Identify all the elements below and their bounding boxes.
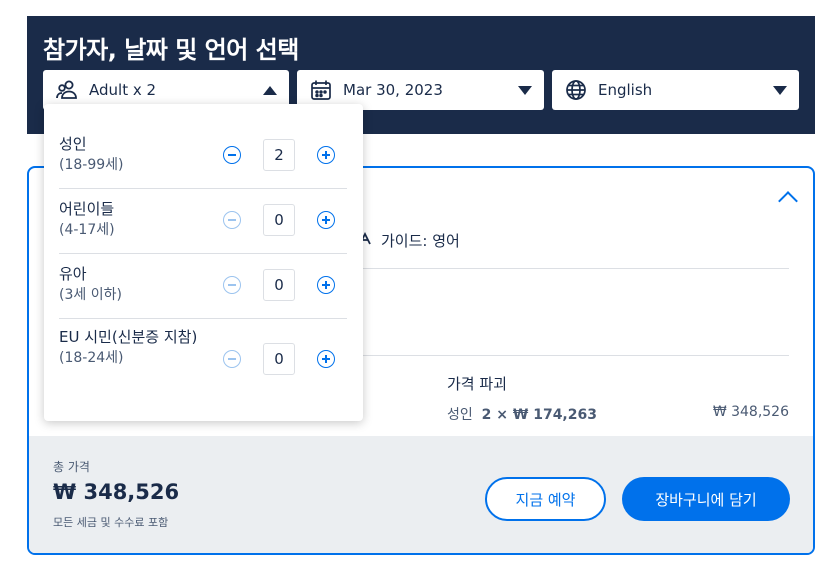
caret-down-icon bbox=[773, 85, 787, 95]
price-breakdown-label: 가격 파괴 bbox=[447, 375, 507, 393]
participant-row-infant: 유아 (3세 이하) 0 bbox=[59, 254, 347, 319]
guide-language-row: 가이드: 영어 bbox=[357, 230, 460, 251]
divider bbox=[347, 268, 789, 269]
participant-name: 어린이들 bbox=[59, 200, 115, 218]
participant-name: 성인 bbox=[59, 135, 87, 153]
plus-icon[interactable] bbox=[317, 211, 335, 229]
participant-age: (3세 이하) bbox=[59, 287, 122, 303]
participant-age: (18-24세) bbox=[59, 350, 124, 366]
guide-text: 가이드: 영어 bbox=[381, 232, 460, 250]
caret-down-icon bbox=[518, 85, 532, 95]
plus-icon[interactable] bbox=[317, 276, 335, 294]
quantity-stepper: 0 bbox=[223, 204, 335, 236]
total-price-note: 모든 세금 및 수수료 포함 bbox=[53, 516, 169, 529]
date-label: Mar 30, 2023 bbox=[343, 81, 443, 99]
page-title: 참가자, 날짜 및 언어 선택 bbox=[43, 36, 299, 64]
calendar-icon bbox=[309, 78, 333, 102]
participant-label: 유아 (3세 이하) bbox=[59, 264, 199, 306]
participant-label: 어린이들 (4-17세) bbox=[59, 199, 199, 241]
participant-age: (4-17세) bbox=[59, 222, 115, 238]
participant-name: EU 시민(신분증 지참) bbox=[59, 328, 198, 346]
participant-age: (18-99세) bbox=[59, 157, 124, 173]
quantity-stepper: 2 bbox=[223, 139, 335, 171]
participant-label: EU 시민(신분증 지참) (18-24세) bbox=[59, 327, 199, 369]
minus-icon[interactable] bbox=[223, 211, 241, 229]
language-label: English bbox=[598, 81, 653, 99]
divider bbox=[347, 355, 789, 356]
participant-row-adult: 성인 (18-99세) 2 bbox=[59, 124, 347, 189]
participant-name: 유아 bbox=[59, 265, 87, 283]
caret-up-icon bbox=[263, 85, 277, 95]
price-line-total: ₩ 348,526 bbox=[712, 404, 789, 420]
total-price-amount: ₩ 348,526 bbox=[53, 480, 180, 504]
quantity-value: 2 bbox=[263, 139, 295, 171]
participant-label: 성인 (18-99세) bbox=[59, 134, 199, 176]
quantity-stepper: 0 bbox=[223, 343, 335, 375]
minus-icon[interactable] bbox=[223, 276, 241, 294]
total-price-label: 총 가격 bbox=[53, 460, 90, 474]
plus-icon[interactable] bbox=[317, 350, 335, 368]
checkout-footer: 총 가격 ₩ 348,526 모든 세금 및 수수료 포함 지금 예약 장바구니… bbox=[29, 436, 813, 553]
participant-row-eu-citizen: EU 시민(신분증 지참) (18-24세) 0 bbox=[59, 319, 347, 409]
quantity-stepper: 0 bbox=[223, 269, 335, 301]
language-selector[interactable]: English bbox=[552, 70, 799, 110]
globe-icon bbox=[564, 78, 588, 102]
chevron-up-icon[interactable] bbox=[778, 191, 798, 211]
minus-icon[interactable] bbox=[223, 146, 241, 164]
participants-icon bbox=[55, 78, 79, 102]
price-line: 성인 2 × ₩ 174,263 bbox=[447, 404, 597, 424]
price-line-adult: 성인 bbox=[447, 407, 473, 423]
quantity-value: 0 bbox=[263, 343, 295, 375]
minus-icon[interactable] bbox=[223, 350, 241, 368]
participant-row-child: 어린이들 (4-17세) 0 bbox=[59, 189, 347, 254]
book-now-button[interactable]: 지금 예약 bbox=[485, 477, 606, 521]
quantity-value: 0 bbox=[263, 204, 295, 236]
price-line-qty: 2 × ₩ 174,263 bbox=[481, 407, 597, 423]
participants-label: Adult x 2 bbox=[89, 81, 157, 99]
quantity-value: 0 bbox=[263, 269, 295, 301]
add-to-cart-button[interactable]: 장바구니에 담기 bbox=[622, 477, 790, 521]
plus-icon[interactable] bbox=[317, 146, 335, 164]
participants-dropdown: 성인 (18-99세) 2 어린이들 (4-17세) 0 유아 (3세 이하) … bbox=[44, 104, 363, 421]
